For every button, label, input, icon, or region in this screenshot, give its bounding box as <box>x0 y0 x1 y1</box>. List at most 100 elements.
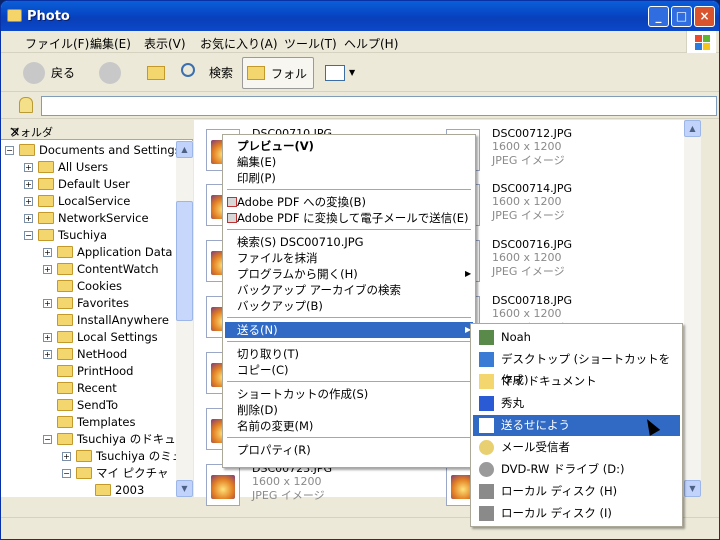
expand-toggle-icon[interactable]: + <box>24 163 33 172</box>
expand-toggle-icon[interactable]: + <box>62 452 71 461</box>
menu-file[interactable]: ファイル(F) <box>25 35 89 52</box>
content-scrollbar[interactable]: ▲ ▼ <box>684 120 701 497</box>
folder-icon <box>38 178 54 190</box>
address-bar <box>1 93 719 119</box>
expand-toggle-icon[interactable]: − <box>62 469 71 478</box>
expand-toggle-icon[interactable]: + <box>24 214 33 223</box>
expand-toggle-icon[interactable]: + <box>43 299 52 308</box>
tree-item-label: Templates <box>77 415 136 429</box>
tree-item-label: LocalService <box>58 194 131 208</box>
expand-toggle-icon[interactable]: − <box>43 435 52 444</box>
menu-help[interactable]: ヘルプ(H) <box>344 35 398 52</box>
folder-icon <box>57 297 73 309</box>
pdf-icon <box>227 197 237 207</box>
search-button[interactable]: 検索 <box>179 57 237 89</box>
context-menu-label: バックアップ アーカイブの検索 <box>237 283 401 297</box>
file-item[interactable]: DSC00714.JPG 1600 x 1200 JPEG イメージ <box>446 180 656 230</box>
expand-toggle-icon[interactable]: − <box>24 231 33 240</box>
folder-icon <box>57 263 73 275</box>
folder-icon <box>57 382 73 394</box>
context-menu-item[interactable]: Adobe PDF への変換(B) <box>225 194 473 210</box>
expand-toggle-icon[interactable]: − <box>5 146 14 155</box>
expand-toggle-icon[interactable]: + <box>43 248 52 257</box>
sendto-item[interactable]: Noah <box>473 327 680 348</box>
menu-favorites[interactable]: お気に入り(A) <box>200 35 278 52</box>
menu-view[interactable]: 表示(V) <box>144 35 186 52</box>
folder-pane: フォルダ × − Documents and Settings + All Users… <box>1 120 193 497</box>
context-menu-item[interactable]: プロパティ(R) <box>225 442 473 458</box>
context-menu-label: Adobe PDF への変換(B) <box>237 195 366 209</box>
context-menu: プレビュー(V) 編集(E) 印刷(P) Adobe PDF への変換(B) Adobe… <box>222 134 476 468</box>
forward-arrow-icon <box>99 62 121 84</box>
context-menu-item[interactable]: バックアップ アーカイブの検索 <box>225 282 473 298</box>
minimize-button[interactable]: _ <box>648 6 669 27</box>
tree-item-label: Tsuchiya のドキュメント <box>77 432 176 446</box>
toolbar: 戻る 検索 フォルダ ▼ <box>1 54 719 113</box>
expand-toggle-icon[interactable]: + <box>24 180 33 189</box>
scroll-thumb[interactable] <box>176 201 193 321</box>
context-menu-item[interactable]: 切り取り(T) <box>225 346 473 362</box>
context-menu-item[interactable]: 印刷(P) <box>225 170 473 186</box>
expand-toggle-icon[interactable]: + <box>43 333 52 342</box>
close-button[interactable]: × <box>694 6 715 27</box>
forward-button[interactable] <box>97 57 137 89</box>
file-type: JPEG イメージ <box>492 154 565 167</box>
up-folder-button[interactable] <box>145 57 171 89</box>
folder-icon <box>57 433 73 445</box>
context-menu-item[interactable]: コピー(C) <box>225 362 473 378</box>
file-item[interactable]: DSC00712.JPG 1600 x 1200 JPEG イメージ <box>446 125 656 175</box>
folders-button[interactable]: フォルダ <box>242 57 314 113</box>
folder-icon <box>247 66 265 80</box>
sendto-item[interactable]: DVD-RW ドライブ (D:) <box>473 459 680 480</box>
folder-icon <box>19 144 35 156</box>
folder-icon <box>57 416 73 428</box>
scroll-down-button[interactable]: ▼ <box>176 480 193 497</box>
sendto-item[interactable]: ローカル ディスク (I) <box>473 503 680 524</box>
context-menu-item[interactable]: プログラムから開く(H) ▶ <box>225 266 473 282</box>
my-documents-icon <box>479 374 494 389</box>
sendto-item[interactable]: デスクトップ (ショートカットを作成) <box>473 349 680 387</box>
tree-item-label: NetworkService <box>58 211 149 225</box>
context-menu-item[interactable]: 検索(S) DSC00710.JPG <box>225 234 473 250</box>
tree-scrollbar[interactable]: ▲ ▼ <box>176 141 193 497</box>
dvd-drive-icon <box>479 462 494 477</box>
sendto-item[interactable]: 秀丸 <box>473 393 680 414</box>
sendto-item[interactable]: マイ ドキュメント <box>473 371 680 392</box>
context-menu-item[interactable]: 送る(N) ▶ <box>225 322 473 338</box>
views-icon <box>325 65 345 81</box>
scroll-up-button[interactable]: ▲ <box>176 141 193 158</box>
back-label: 戻る <box>51 66 76 80</box>
menu-tools[interactable]: ツール(T) <box>284 35 337 52</box>
context-menu-item[interactable]: 編集(E) <box>225 154 473 170</box>
back-button[interactable]: 戻る <box>21 57 91 89</box>
maximize-button[interactable]: □ <box>671 6 692 27</box>
expand-toggle-icon[interactable]: + <box>43 265 52 274</box>
context-menu-label: コピー(C) <box>237 363 289 377</box>
up-folder-icon <box>147 66 165 80</box>
tree-item-label: Application Data <box>77 245 173 259</box>
address-input[interactable] <box>41 96 717 116</box>
sendto-label: マイ ドキュメント <box>501 374 597 388</box>
context-menu-item[interactable]: 削除(D) <box>225 402 473 418</box>
file-item[interactable]: DSC00716.JPG 1600 x 1200 JPEG イメージ <box>446 236 656 286</box>
sendto-item[interactable]: ローカル ディスク (H) <box>473 481 680 502</box>
disk-icon <box>479 506 494 521</box>
views-button[interactable]: ▼ <box>323 57 357 89</box>
folder-icon <box>57 399 73 411</box>
sendto-item[interactable]: メール受信者 <box>473 437 680 458</box>
scroll-down-button[interactable]: ▼ <box>684 480 701 497</box>
context-menu-item[interactable]: プレビュー(V) <box>225 138 473 154</box>
context-menu-item[interactable]: バックアップ(B) <box>225 298 473 314</box>
context-menu-item[interactable]: ファイルを抹消 <box>225 250 473 266</box>
context-menu-item[interactable]: 名前の変更(M) <box>225 418 473 434</box>
context-menu-item[interactable]: Adobe PDF に変換して電子メールで送信(E) <box>225 210 473 226</box>
context-menu-item[interactable]: ショートカットの作成(S) <box>225 386 473 402</box>
expand-toggle-icon[interactable]: + <box>43 350 52 359</box>
folder-icon <box>57 348 73 360</box>
scroll-up-button[interactable]: ▲ <box>684 120 701 137</box>
close-pane-button[interactable]: × <box>9 124 21 140</box>
title-bar[interactable]: Photo _ □ × <box>1 1 719 31</box>
menu-edit[interactable]: 編集(E) <box>90 35 131 52</box>
expand-toggle-icon[interactable]: + <box>24 197 33 206</box>
folder-icon <box>57 246 73 258</box>
